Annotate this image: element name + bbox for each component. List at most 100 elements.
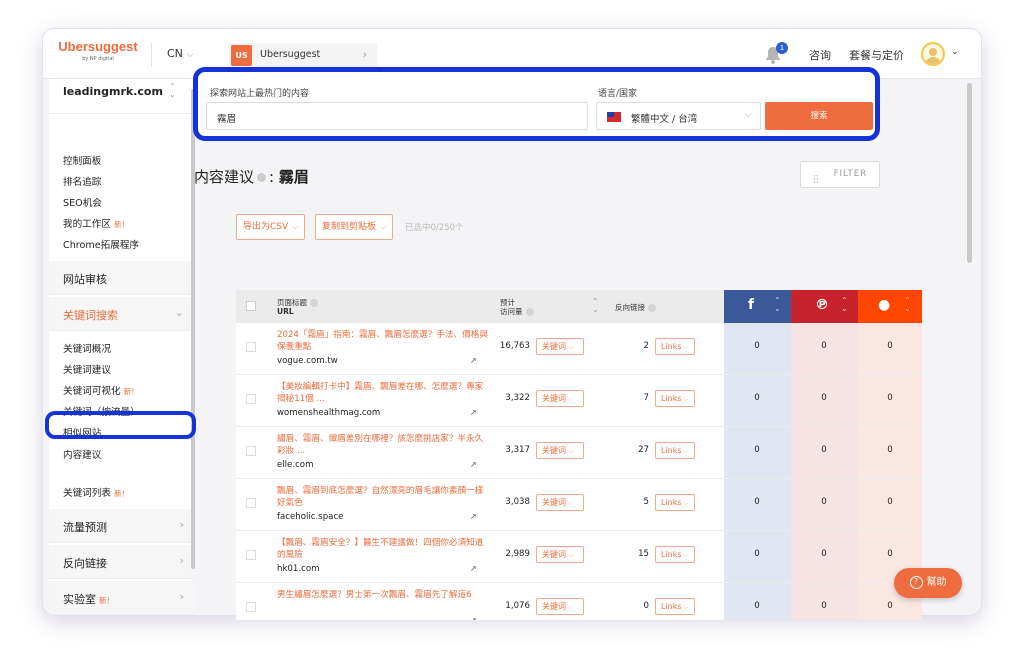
keywords-button[interactable]: 关键词 ⌵ — [536, 390, 584, 407]
links-button[interactable]: Links ⌵ — [655, 494, 695, 511]
chevron-down-icon[interactable]: ⌄ — [951, 47, 959, 57]
search-input[interactable]: 霧眉 — [206, 102, 588, 130]
help-button[interactable]: ? 幫助 — [894, 568, 962, 598]
sidebar-item-keyword-lists[interactable]: 关键词列表 新！ — [63, 485, 129, 499]
new-badge: 新！ — [99, 596, 114, 605]
table-row: 【美妝編輯打卡中】霧眉、飄眉差在哪、怎麼選？專家揭秘11個 ... womensh… — [236, 375, 922, 427]
header-backlinks[interactable]: 反向链接 — [615, 303, 656, 312]
keywords-button[interactable]: 关键词 ⌵ — [536, 546, 584, 563]
sidebar-item-keyword-ideas[interactable]: 关键词建议 — [63, 362, 111, 376]
page-title-link[interactable]: 男生繡眉怎麼選？男士第一次飄眉、霧眉先了解這6 — [277, 589, 491, 613]
ubersuggest-logo[interactable]: Ubersuggest by NP digital — [55, 39, 141, 62]
page-title-link[interactable]: 飄眉、霧眉到底怎麼選？自然漂亮的眉毛讓你素顏一樣好氣色 — [277, 485, 491, 509]
sort-arrows-icon[interactable]: ⌃ ⌄ — [169, 83, 176, 99]
sidebar-item-chrome-extension[interactable]: Chrome拓展程序 — [63, 237, 139, 251]
help-label: 幫助 — [926, 577, 947, 588]
user-icon — [925, 48, 941, 64]
search-input-value: 霧眉 — [217, 114, 237, 125]
sidebar-item-keyword-overview[interactable]: 关键词概况 — [63, 341, 111, 355]
sidebar-section-keyword-research[interactable]: 关键词搜索 ⌄ — [49, 297, 194, 331]
row-checkbox[interactable] — [246, 342, 256, 352]
row-checkbox[interactable] — [246, 498, 256, 508]
pinterest-header[interactable]: ℗ ⌃ ⌄ — [791, 290, 858, 323]
links-button[interactable]: Links ⌵ — [655, 546, 695, 563]
header-visits[interactable]: 预计 访问量 — [500, 298, 534, 316]
header-title-url[interactable]: 页面标题 URL — [277, 298, 318, 316]
keywords-button[interactable]: 关键词 ⌵ — [536, 598, 584, 615]
sidebar-section-traffic-estimation[interactable]: 流量预测 › — [49, 509, 194, 543]
sidebar-item-rank-tracking[interactable]: 排名追踪 — [63, 174, 101, 188]
keywords-label: 关键词 — [542, 446, 566, 455]
copy-label: 复制到剪贴板 — [322, 222, 377, 232]
country-selector[interactable]: CN ⌵ — [167, 47, 194, 60]
sidebar-section-site-audit[interactable]: 网站审核 — [49, 261, 194, 295]
pinterest-shares: 0 — [821, 497, 827, 507]
export-csv-button[interactable]: 导出为CSV ⌵ — [236, 214, 306, 240]
pricing-link[interactable]: 套餐与定价 — [849, 47, 904, 63]
sidebar-item-dashboard[interactable]: 控制面板 — [63, 153, 101, 167]
links-button[interactable]: Links ⌵ — [655, 442, 695, 459]
taiwan-flag-icon — [607, 112, 621, 122]
project-selector[interactable]: US Ubersuggest › — [229, 43, 377, 69]
table-row: 2024「霧眉」指南：霧眉、飄眉怎麼選？手法、價格與保養重點 vogue.com.… — [236, 323, 922, 375]
chevron-right-icon: › — [179, 554, 184, 567]
chevron-down-icon: ⌵ — [683, 499, 689, 507]
info-icon[interactable] — [257, 173, 267, 182]
links-button[interactable]: Links ⌵ — [655, 390, 695, 407]
chevron-down-icon: ⌵ — [683, 343, 689, 351]
language-select[interactable]: 繁體中文 / 台湾 ⌵ — [596, 102, 761, 130]
backlinks-value: 2 — [643, 341, 649, 351]
select-all-checkbox[interactable] — [246, 301, 256, 311]
row-checkbox[interactable] — [246, 394, 256, 404]
sidebar-section-backlinks[interactable]: 反向链接 › — [49, 545, 194, 579]
domain-selector[interactable]: leadingmrk.com — [63, 85, 163, 98]
reddit-shares: 0 — [887, 393, 893, 403]
links-label: Links — [661, 602, 682, 611]
filter-button[interactable]: ⫶⫶ FILTER — [800, 161, 880, 188]
page-title-link[interactable]: 2024「霧眉」指南：霧眉、飄眉怎麼選？手法、價格與保養重點 — [277, 329, 491, 353]
copy-clipboard-button[interactable]: 复制到剪贴板 ⌵ — [315, 214, 394, 240]
labs-label: 实验室 — [63, 593, 96, 606]
page-title-link[interactable]: 繡眉、霧眉、織眉差別在哪裡？該怎麼挑店家？半永久彩妝 ... — [277, 433, 491, 457]
sidebar-item-seo-opportunities[interactable]: SEO机会 — [63, 195, 102, 209]
external-link-icon[interactable]: ↗ — [470, 408, 477, 417]
sidebar-section-labs[interactable]: 实验室 新！ › — [49, 581, 194, 615]
facebook-header[interactable]: f ⌃ ⌄ — [724, 290, 791, 323]
external-link-icon[interactable]: ↗ — [470, 512, 477, 521]
avatar[interactable] — [921, 42, 945, 66]
notification-bell[interactable]: 1 — [764, 42, 788, 65]
pinterest-shares: 0 — [821, 549, 827, 559]
sidebar-item-workspace[interactable]: 我的工作区 新！ — [63, 216, 129, 230]
sidebar-item-content-ideas[interactable]: 内容建议 — [63, 447, 101, 461]
keywords-button[interactable]: 关键词 ⌵ — [536, 494, 584, 511]
search-button[interactable]: 搜索 — [765, 102, 873, 130]
links-label: Links — [661, 394, 682, 403]
selected-count: 已选中0/250个 — [405, 223, 464, 233]
backlinks-value: 7 — [643, 393, 649, 403]
sidebar-item-keyword-visualization[interactable]: 关键词可视化 新！ — [63, 383, 139, 397]
external-link-icon[interactable]: ↗ — [470, 460, 477, 469]
pinterest-shares: 0 — [821, 445, 827, 455]
sidebar-scrollbar[interactable] — [191, 89, 195, 569]
sidebar-item-label: 关键词列表 — [63, 488, 111, 499]
consult-link[interactable]: 咨询 — [809, 47, 831, 63]
keywords-button[interactable]: 关键词 ⌵ — [536, 442, 584, 459]
main-scrollbar[interactable] — [967, 83, 972, 263]
page-title-link[interactable]: 【飄眉、霧眉安全？】醫生不建議做！四個你必須知道的風險 — [277, 537, 491, 561]
links-button[interactable]: Links ⌵ — [655, 598, 695, 615]
row-checkbox[interactable] — [246, 602, 256, 612]
page-title-link[interactable]: 【美妝編輯打卡中】霧眉、飄眉差在哪、怎麼選？專家揭秘11個 ... — [277, 381, 491, 405]
section-label: 反向链接 — [63, 557, 107, 570]
pinterest-shares: 0 — [821, 393, 827, 403]
reddit-header[interactable]: ● ⌃ ⌄ — [858, 290, 922, 323]
row-checkbox[interactable] — [246, 446, 256, 456]
links-label: Links — [661, 342, 682, 351]
sort-arrows-icon[interactable]: ⌃ ⌄ — [592, 298, 599, 314]
external-link-icon[interactable]: ↗ — [470, 564, 477, 573]
row-checkbox[interactable] — [246, 550, 256, 560]
external-link-icon[interactable]: ↗ — [470, 616, 477, 620]
links-button[interactable]: Links ⌵ — [655, 338, 695, 355]
section-label: 实验室 新！ — [63, 591, 114, 607]
external-link-icon[interactable]: ↗ — [470, 356, 477, 365]
keywords-button[interactable]: 关键词 ⌵ — [536, 338, 584, 355]
